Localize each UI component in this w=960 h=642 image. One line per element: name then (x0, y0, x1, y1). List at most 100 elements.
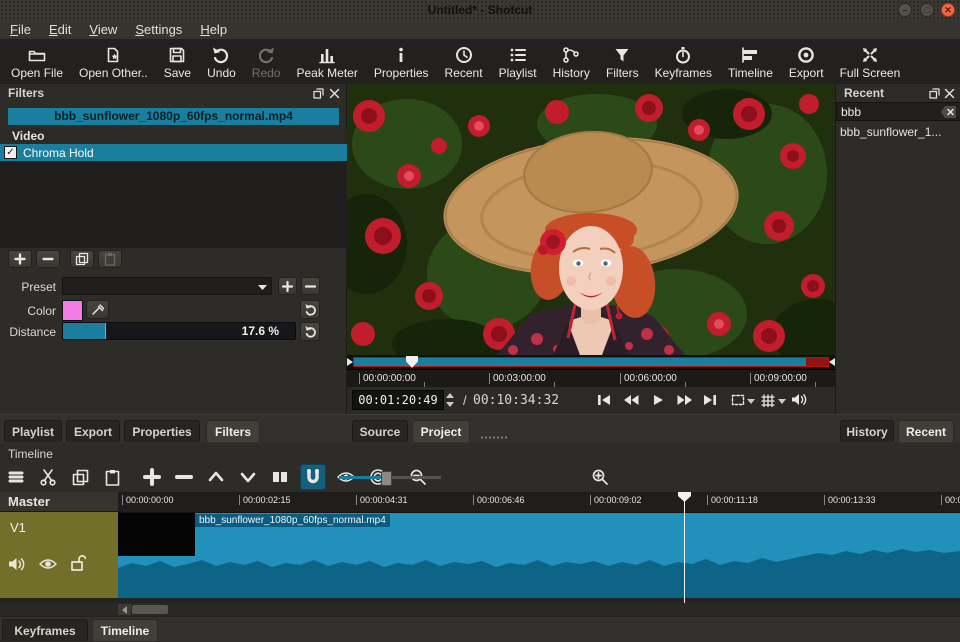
clear-search-icon[interactable] (941, 106, 956, 118)
copy-filters-button[interactable] (70, 250, 94, 268)
scrollbar-thumb[interactable] (132, 605, 168, 614)
filter-row-chroma-hold[interactable]: ✓ Chroma Hold (0, 144, 347, 161)
filters-button[interactable]: Filters (603, 45, 642, 80)
transport-bar: 00:01:20:49 / 00:10:34:32 (347, 386, 835, 414)
zoom-slider-handle[interactable] (381, 471, 392, 486)
paste-button[interactable] (100, 465, 124, 489)
distance-slider[interactable]: 17.6 % (62, 322, 296, 340)
lock-button[interactable] (70, 554, 86, 572)
history-button[interactable]: History (550, 45, 593, 80)
menu-settings[interactable]: Settings (135, 22, 182, 37)
tab-keyframes[interactable]: Keyframes (2, 619, 88, 641)
save-preset-button[interactable] (278, 277, 297, 295)
peak-meter-button[interactable]: Peak Meter (293, 45, 360, 80)
tab-history[interactable]: History (840, 420, 894, 442)
volume-button[interactable] (791, 392, 807, 407)
properties-button[interactable]: Properties (371, 45, 432, 80)
remove-filter-button[interactable] (36, 250, 60, 268)
grid-caret-icon[interactable] (778, 399, 786, 404)
tab-filters[interactable]: Filters (206, 420, 260, 442)
open-other-button[interactable]: Open Other.. (76, 45, 151, 80)
menu-help[interactable]: Help (200, 22, 227, 37)
hide-button[interactable] (38, 556, 58, 572)
scroll-left-button[interactable] (118, 604, 131, 615)
tab-export[interactable]: Export (66, 420, 120, 442)
add-filter-button[interactable] (8, 250, 32, 268)
ripple-delete-button[interactable] (172, 465, 196, 489)
menu-edit[interactable]: Edit (49, 22, 71, 37)
v1-track-header[interactable]: V1 (0, 512, 118, 598)
scrub-out-region (806, 358, 828, 366)
menu-view[interactable]: View (89, 22, 117, 37)
color-reset-button[interactable] (300, 300, 320, 319)
undo-button[interactable]: Undo (204, 45, 239, 80)
color-swatch[interactable] (62, 300, 83, 321)
fast-forward-button[interactable] (677, 393, 693, 407)
filter-enabled-checkbox[interactable]: ✓ (4, 146, 17, 159)
keyframes-button[interactable]: Keyframes (652, 45, 715, 80)
tab-timeline[interactable]: Timeline (92, 619, 158, 641)
undock-icon[interactable] (313, 88, 324, 99)
master-track-header[interactable]: Master (0, 492, 118, 512)
playlist-button[interactable]: Playlist (496, 45, 540, 80)
preset-select[interactable] (62, 277, 272, 295)
zoom-fit-caret-icon[interactable] (747, 399, 755, 404)
timecode-spinner[interactable] (446, 390, 456, 410)
zoom-in-button[interactable] (588, 465, 612, 489)
tab-playlist[interactable]: Playlist (4, 420, 62, 442)
maximize-button[interactable]: □ (920, 3, 934, 17)
timeline-clip[interactable]: bbb_sunflower_1080p_60fps_normal.mp4 (118, 513, 960, 598)
snap-toggle[interactable] (300, 464, 326, 490)
close-panel-icon[interactable] (329, 88, 340, 99)
tab-recent[interactable]: Recent (898, 420, 954, 442)
timeline-button[interactable]: Timeline (725, 45, 776, 80)
undock-icon[interactable] (929, 88, 940, 99)
append-button[interactable] (140, 465, 164, 489)
skip-next-button[interactable] (703, 393, 717, 407)
export-button[interactable]: Export (786, 45, 827, 80)
tab-properties[interactable]: Properties (124, 420, 200, 442)
color-picker-button[interactable] (86, 300, 109, 319)
tab-source[interactable]: Source (352, 420, 408, 442)
playhead-line[interactable] (684, 492, 685, 603)
mute-button[interactable] (8, 556, 26, 572)
spin-up-icon[interactable] (446, 393, 454, 398)
split-button[interactable] (268, 465, 292, 489)
rewind-button[interactable] (623, 393, 639, 407)
cut-button[interactable] (36, 465, 60, 489)
overwrite-button[interactable] (236, 465, 260, 489)
zoom-fit-button[interactable] (731, 393, 745, 407)
spin-down-icon[interactable] (446, 402, 454, 407)
recent-list-item[interactable]: bbb_sunflower_1... (836, 123, 960, 141)
grid-button[interactable] (761, 393, 775, 407)
player-scrub-bar[interactable] (347, 355, 835, 369)
redo-button[interactable]: Redo (249, 45, 284, 80)
paste-filters-button[interactable] (98, 250, 122, 268)
bottom-tab-bar: Keyframes Timeline (0, 616, 960, 641)
timecode-field[interactable]: 00:01:20:49 (352, 390, 444, 410)
zoom-slider[interactable] (339, 471, 441, 486)
video-preview[interactable] (347, 84, 835, 355)
splitter-grip[interactable] (480, 436, 508, 439)
open-file-button[interactable]: Open File (8, 45, 66, 80)
close-panel-icon[interactable] (944, 88, 955, 99)
in-marker-icon[interactable] (347, 358, 353, 366)
delete-preset-button[interactable] (301, 277, 320, 295)
tab-project[interactable]: Project (412, 420, 470, 442)
lift-button[interactable] (204, 465, 228, 489)
full-screen-button[interactable]: Full Screen (837, 45, 904, 80)
recent-button[interactable]: Recent (442, 45, 486, 80)
minimize-button[interactable]: – (898, 3, 912, 17)
recent-search-input[interactable]: bbb (836, 102, 960, 121)
play-button[interactable] (651, 393, 665, 407)
player-ruler[interactable]: 00:00:00:00 00:03:00:00 00:06:00:00 00:0… (347, 369, 835, 387)
menu-file[interactable]: File (10, 22, 31, 37)
copy-button[interactable] (68, 465, 92, 489)
distance-reset-button[interactable] (300, 322, 320, 341)
timeline-scrollbar[interactable] (0, 603, 960, 616)
timeline-ruler[interactable]: 00:00:00:00 00:00:02:15 00:00:04:31 00:0… (118, 492, 960, 513)
skip-previous-button[interactable] (597, 393, 611, 407)
close-button[interactable]: ✕ (941, 3, 955, 17)
save-button[interactable]: Save (161, 45, 194, 80)
timeline-menu-button[interactable] (4, 465, 28, 489)
